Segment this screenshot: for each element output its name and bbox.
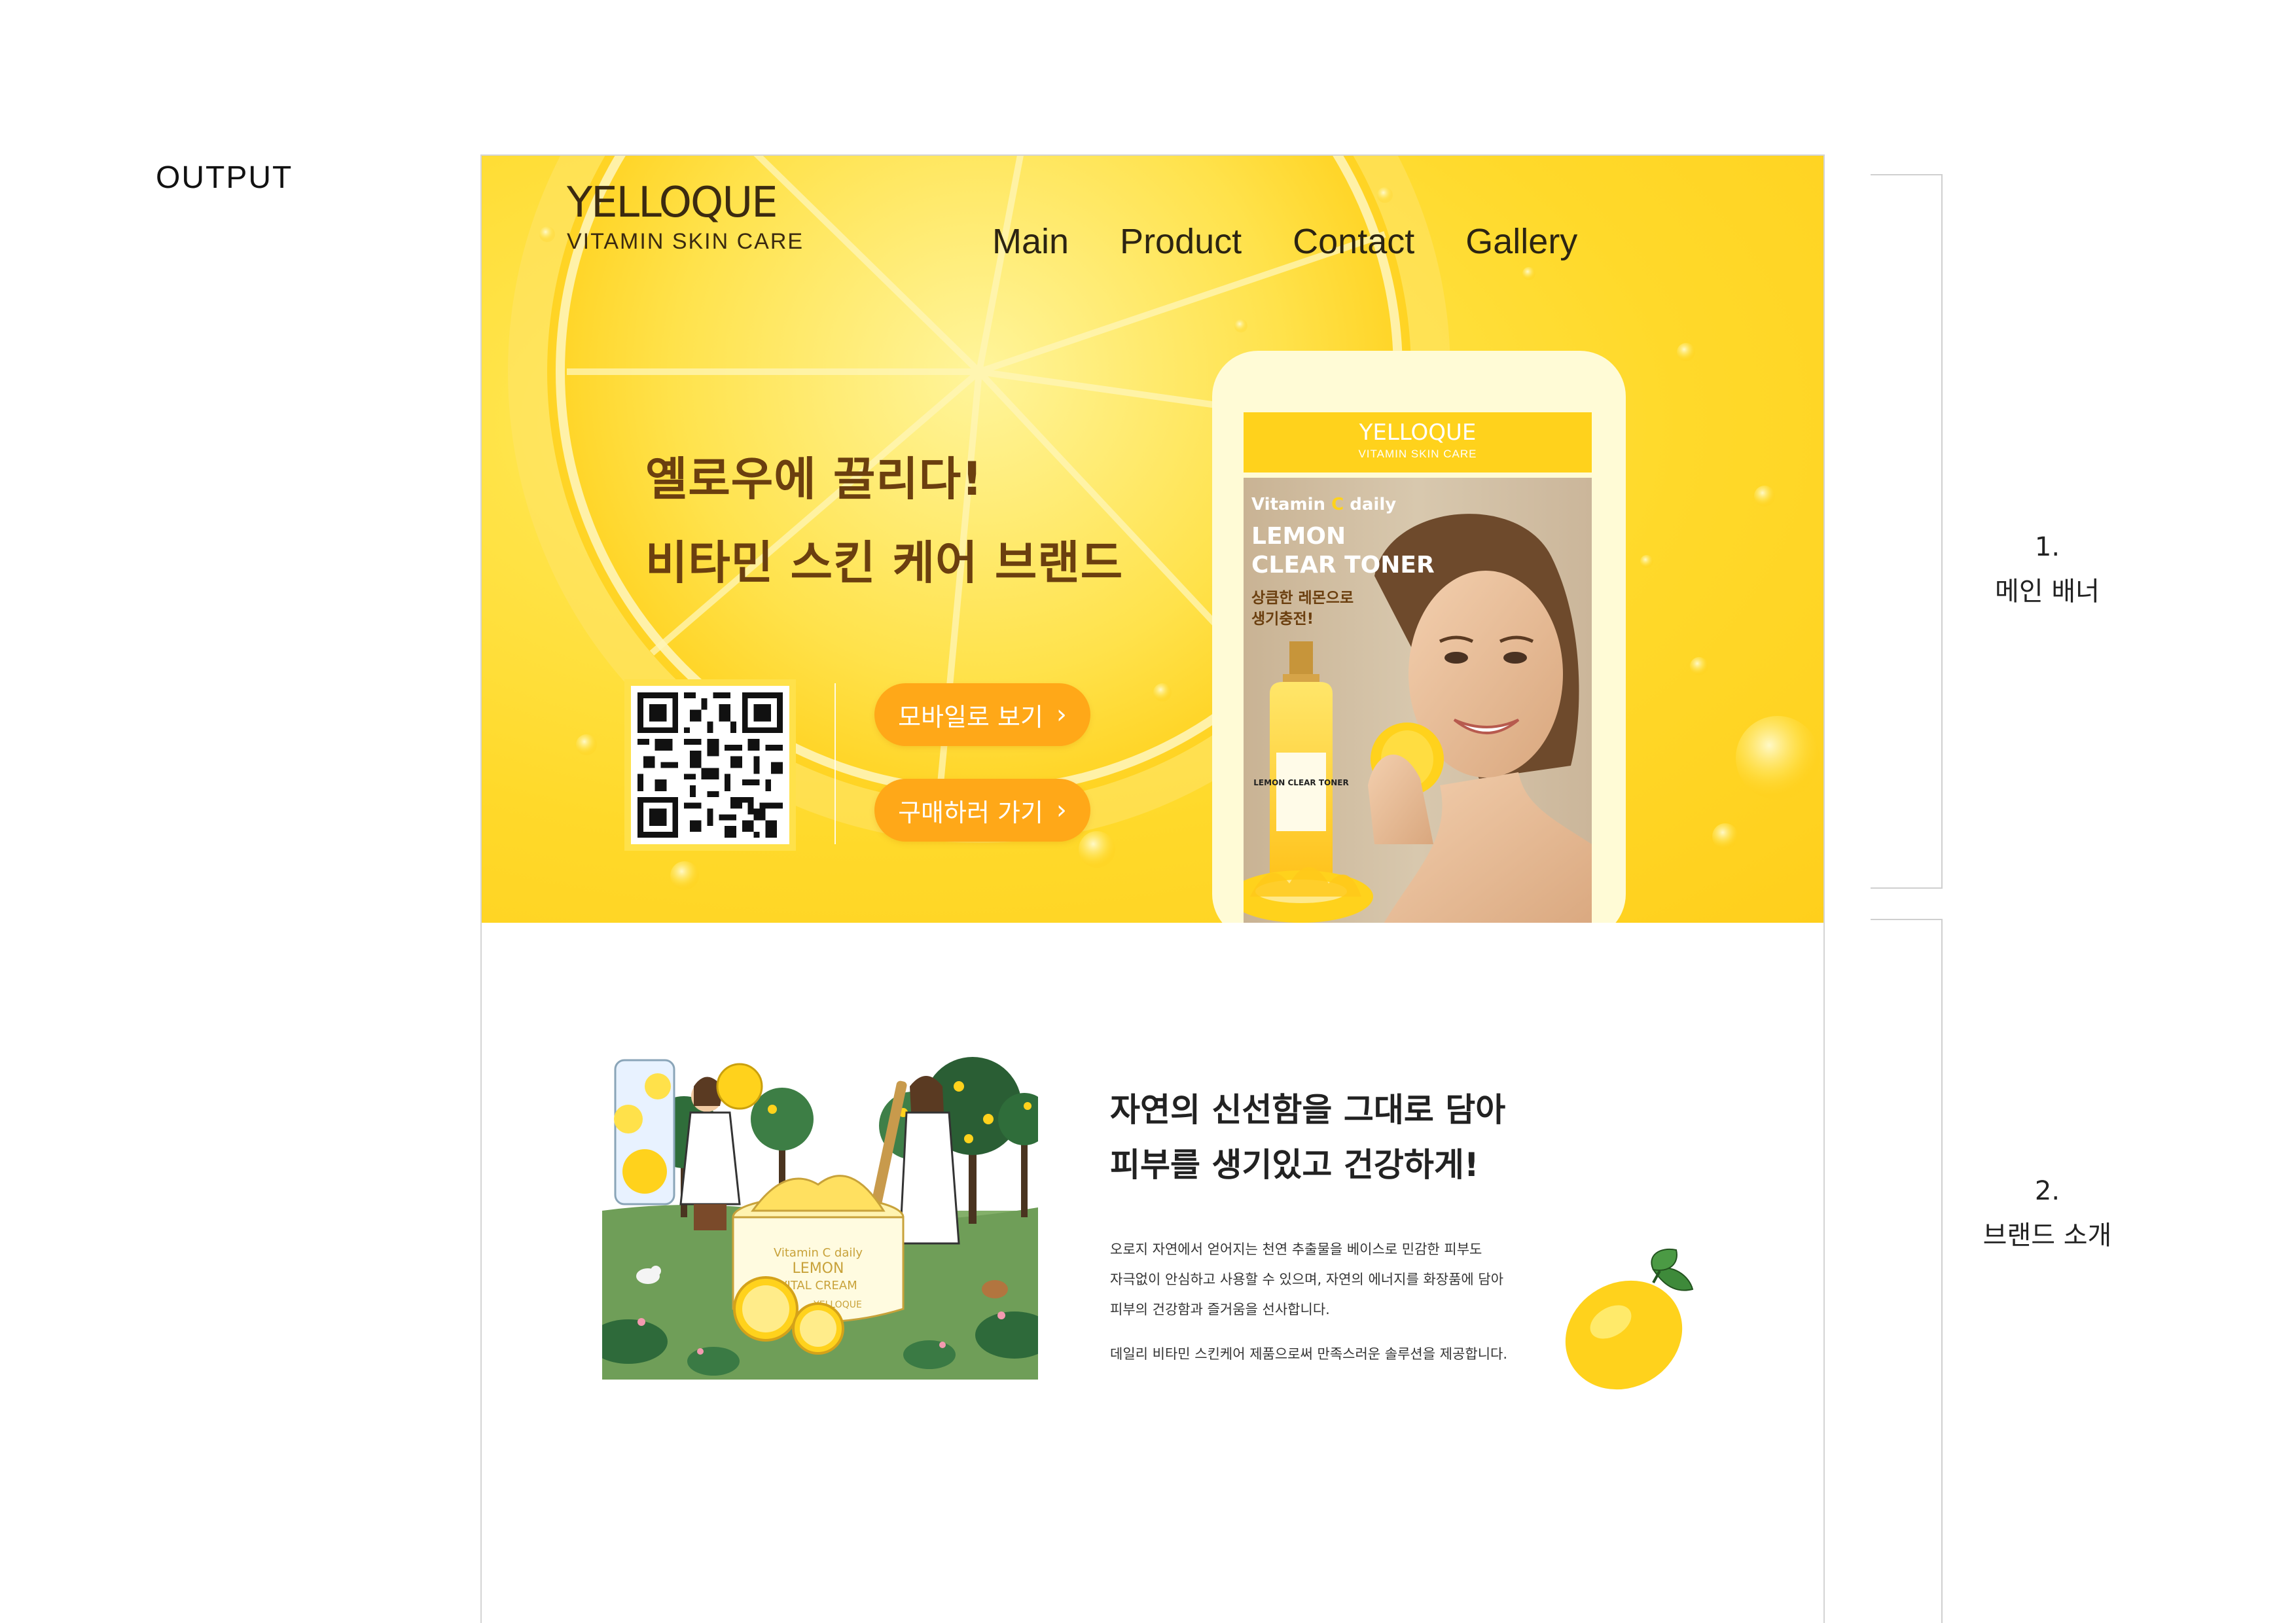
section-2-name: 브랜드 소개 (1982, 1221, 2112, 1251)
brand-title-line-1: 자연의 신선함을 그대로 담아 (1110, 1091, 1506, 1129)
section-1-bracket (1871, 174, 1943, 889)
view-mobile-label: 모바일로 보기 (898, 702, 1043, 732)
section-2-bracket (1871, 919, 1943, 1623)
hero-headline-line-1: 옐로우에 끌리다! (645, 452, 984, 506)
brand-title-line-2: 피부를 생기있고 건강하게! (1110, 1146, 1479, 1184)
lemon-icon (1565, 1248, 1694, 1390)
qr-divider (834, 683, 836, 844)
phone-logo-tagline: VITAMIN SKIN CARE (1358, 448, 1477, 460)
brand-intro-section: Vitamin C daily LEMON VITAL CREAM YELLOQ… (482, 923, 1823, 1623)
ad-copy-2: 생기충전! (1251, 611, 1314, 628)
ad-brand-line: Vitamin C daily (1251, 495, 1396, 514)
brand-body-line-2: 자극없이 안심하고 사용할 수 있으며, 자연의 에너지를 화장품에 담아 (1110, 1272, 1504, 1287)
ad-c-letter: C (1331, 495, 1344, 514)
brand-body-line-1: 오로지 자연에서 얻어지는 천연 추출물을 베이스로 민감한 피부도 (1110, 1241, 1482, 1257)
go-buy-button[interactable]: 구매하러 가기 › (874, 779, 1090, 842)
phone-mockup: YELLOQUE VITAMIN SKIN CARE LEMON CLEAR T… (1212, 351, 1626, 923)
phone-app-header: YELLOQUE VITAMIN SKIN CARE (1244, 412, 1592, 473)
main-banner: YELLOQUE VITAMIN SKIN CARE Main Product … (482, 156, 1823, 923)
brand-intro-body: 오로지 자연에서 얻어지는 천연 추출물을 베이스로 민감한 피부도 자극없이 … (1110, 1234, 1507, 1369)
brand-logo[interactable]: YELLOQUE VITAMIN SKIN CARE (567, 182, 804, 255)
phone-logo-wordmark: YELLOQUE (1359, 419, 1477, 446)
section-1-annotation: 1. 메인 배너 (1949, 525, 2145, 614)
ad-vitamin-word: Vitamin (1251, 495, 1332, 514)
view-mobile-button[interactable]: 모바일로 보기 › (874, 683, 1090, 746)
logo-tagline: VITAMIN SKIN CARE (567, 229, 804, 254)
section-2-annotation: 2. 브랜드 소개 (1949, 1169, 2145, 1258)
nav-contact[interactable]: Contact (1293, 221, 1414, 262)
chevron-right-icon: › (1056, 795, 1067, 825)
main-nav: Main Product Contact Gallery (992, 221, 1628, 262)
brand-illustration: Vitamin C daily LEMON VITAL CREAM YELLOQ… (602, 1047, 1038, 1380)
section-1-number: 1. (2034, 532, 2060, 562)
ad-copy-1: 상큼한 레몬으로 (1251, 590, 1354, 607)
jar-line-1: Vitamin C daily (774, 1246, 863, 1260)
ad-product-title-1: LEMON (1251, 523, 1346, 550)
nav-gallery[interactable]: Gallery (1465, 221, 1577, 262)
chevron-right-icon: › (1056, 700, 1067, 730)
qr-code-icon[interactable] (624, 679, 796, 851)
page-preview-frame: YELLOQUE VITAMIN SKIN CARE Main Product … (480, 154, 1825, 1623)
product-ad-visual[interactable]: LEMON CLEAR TONER Vitamin C daily LEMON … (1244, 478, 1592, 923)
jar-line-2: LEMON (793, 1260, 844, 1277)
brand-body-line-4: 데일리 비타민 스킨케어 제품으로써 만족스러운 솔루션을 제공합니다. (1110, 1346, 1508, 1362)
section-1-name: 메인 배너 (1995, 577, 2100, 607)
section-2-number: 2. (2034, 1176, 2060, 1206)
brand-body-line-3: 피부의 건강함과 즐거움을 선사합니다. (1110, 1302, 1330, 1317)
go-buy-label: 구매하러 가기 (898, 798, 1043, 827)
hero-headline: 옐로우에 끌리다! 비타민 스킨 케어 브랜드 (645, 437, 1123, 605)
ad-copy: 상큼한 레몬으로 생기충전! (1251, 588, 1354, 630)
nav-product[interactable]: Product (1120, 221, 1242, 262)
hero-headline-line-2: 비타민 스킨 케어 브랜드 (645, 536, 1124, 590)
bottle-label: LEMON CLEAR TONER (1253, 778, 1348, 787)
ad-product-title-2: CLEAR TONER (1251, 552, 1435, 579)
output-label: OUTPUT (156, 160, 293, 195)
ad-daily-word: daily (1344, 495, 1397, 514)
brand-intro-title: 자연의 신선함을 그대로 담아 피부를 생기있고 건강하게! (1110, 1082, 1505, 1192)
logo-wordmark: YELLOQUE (567, 179, 778, 227)
nav-main[interactable]: Main (992, 221, 1069, 262)
ad-product-title: LEMON CLEAR TONER (1251, 522, 1435, 580)
